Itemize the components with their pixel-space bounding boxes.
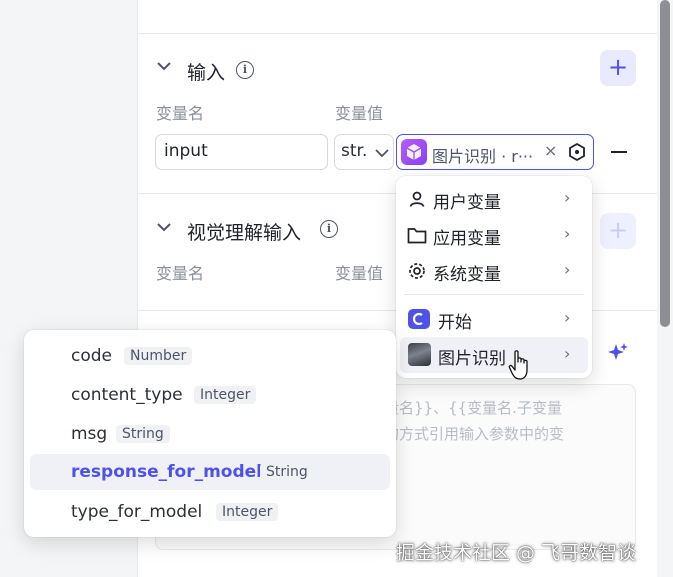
remove-row-button[interactable] xyxy=(611,151,627,153)
watermark: 掘金技术社区 @ 飞哥数智谈 xyxy=(396,542,637,564)
field-name: type_for_model xyxy=(71,502,203,522)
prompt-placeholder-line2: 的方式引用输入参数中的变 xyxy=(384,425,565,443)
collapse-input-chevron-icon[interactable] xyxy=(156,60,172,76)
chevron-down-icon xyxy=(375,149,389,158)
image-node-cube-icon xyxy=(401,139,427,165)
output-fields-submenu: code Number content_type Integer msg Str… xyxy=(24,330,396,537)
add-visual-input-button[interactable]: + xyxy=(600,213,636,249)
menu-item-label: 用户变量 xyxy=(433,193,501,213)
folder-icon xyxy=(407,228,427,244)
variable-source-menu: 用户变量 › 应用变量 › 系统变量 › 开始 › 图片识别 › xyxy=(396,176,592,378)
output-field-item[interactable]: type_for_model Integer xyxy=(30,494,390,530)
menu-item-app-variables[interactable]: 应用变量 › xyxy=(396,218,592,254)
menu-item-image-recognition[interactable]: 图片识别 › xyxy=(400,337,588,373)
output-field-item[interactable]: content_type Integer xyxy=(30,377,390,413)
chevron-right-icon: › xyxy=(564,344,571,363)
info-icon[interactable]: i xyxy=(320,220,338,238)
col-var-name-label: 变量名 xyxy=(156,104,205,123)
chevron-right-icon: › xyxy=(564,224,571,243)
hand-pointer-cursor-icon xyxy=(508,350,528,380)
gear-icon xyxy=(409,263,425,279)
var-type-select[interactable]: str. xyxy=(334,134,394,170)
menu-item-label: 系统变量 xyxy=(433,265,501,285)
user-icon xyxy=(409,191,425,207)
field-type-badge: Integer xyxy=(216,503,279,521)
visual-section-title: 视觉理解输入 xyxy=(187,222,302,244)
output-field-item[interactable]: msg String xyxy=(30,416,390,452)
chevron-right-icon: › xyxy=(564,260,571,279)
menu-item-label: 应用变量 xyxy=(433,229,501,249)
output-field-item-highlighted[interactable]: response_for_model String xyxy=(30,454,390,490)
chevron-right-icon: › xyxy=(564,308,571,327)
start-node-icon xyxy=(408,309,430,329)
prompt-placeholder-line1: 量名}}、{{变量名.子变量 xyxy=(384,399,562,417)
variable-reference-picker[interactable]: 图片识别 · r··· × xyxy=(396,134,594,170)
field-type-badge: Number xyxy=(124,347,193,365)
output-field-item[interactable]: code Number xyxy=(30,338,390,374)
info-icon[interactable]: i xyxy=(236,61,254,79)
var-type-value: str. xyxy=(341,141,368,161)
add-input-button[interactable]: + xyxy=(600,50,636,86)
sparkle-icon[interactable] xyxy=(606,341,630,365)
menu-item-user-variables[interactable]: 用户变量 › xyxy=(396,182,592,218)
top-divider xyxy=(137,33,657,34)
field-name: msg xyxy=(71,424,108,444)
menu-item-label: 图片识别 xyxy=(438,349,506,369)
col-var-value-label: 变量值 xyxy=(335,104,384,123)
col-var-name-label: 变量名 xyxy=(156,264,205,283)
scrollbar-thumb[interactable] xyxy=(660,0,670,327)
var-name-input[interactable]: input xyxy=(155,134,328,170)
image-node-thumbnail xyxy=(408,343,431,366)
chevron-right-icon: › xyxy=(564,188,571,207)
field-type-badge: Integer xyxy=(194,386,257,404)
menu-item-system-variables[interactable]: 系统变量 › xyxy=(396,254,592,290)
field-name: response_for_model xyxy=(71,462,263,482)
field-type-badge: String xyxy=(260,463,314,481)
remove-reference-icon[interactable]: × xyxy=(544,141,557,160)
collapse-visual-chevron-icon[interactable] xyxy=(156,221,172,237)
field-name: content_type xyxy=(71,385,183,405)
field-type-badge: String xyxy=(116,425,170,443)
variable-hexagon-icon[interactable] xyxy=(567,142,587,162)
field-name: code xyxy=(71,346,112,366)
menu-divider xyxy=(404,294,584,295)
menu-item-label: 开始 xyxy=(438,313,472,333)
col-var-value-label: 变量值 xyxy=(335,264,384,283)
input-section-title: 输入 xyxy=(187,62,226,84)
menu-item-start-node[interactable]: 开始 › xyxy=(396,301,592,337)
reference-tag-label: 图片识别 · r··· xyxy=(432,147,534,166)
